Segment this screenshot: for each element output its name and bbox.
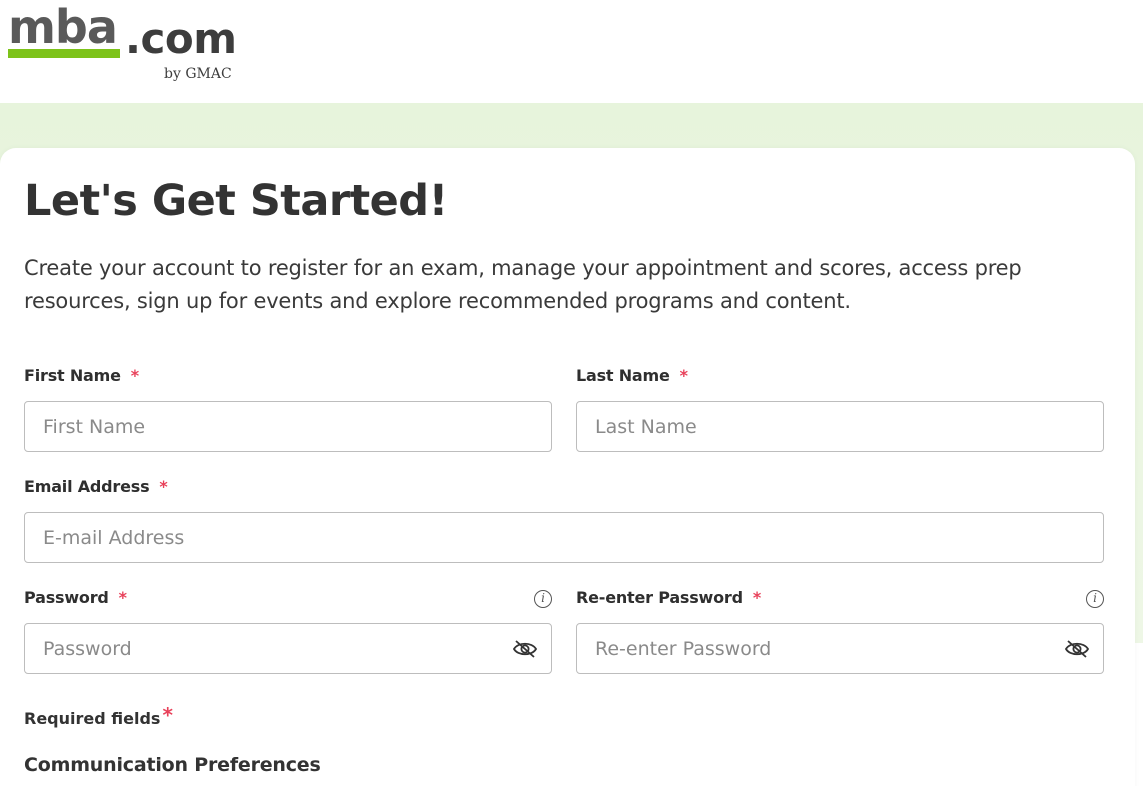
- eye-slash-icon[interactable]: [1064, 639, 1090, 659]
- email-label-text: Email Address: [24, 477, 150, 496]
- required-asterisk: *: [118, 588, 127, 607]
- first-name-label-text: First Name: [24, 366, 121, 385]
- last-name-field[interactable]: [576, 401, 1104, 452]
- confirm-password-input[interactable]: [577, 624, 1103, 673]
- required-asterisk: *: [159, 477, 168, 496]
- site-header: mba .com by GMAC: [0, 0, 1143, 103]
- logo-green-bar: [8, 49, 120, 58]
- required-asterisk: *: [752, 588, 762, 607]
- password-info-icon[interactable]: i: [534, 590, 552, 608]
- page-title: Let's Get Started!: [24, 176, 448, 226]
- logo-com-text: .com: [125, 14, 237, 63]
- confirm-password-label: Re-enter Password *: [576, 588, 761, 607]
- communication-preferences-heading: Communication Preferences: [24, 754, 321, 776]
- email-field[interactable]: [24, 512, 1104, 563]
- password-label-text: Password: [24, 588, 109, 607]
- first-name-field[interactable]: [24, 401, 552, 452]
- password-field[interactable]: [24, 623, 552, 674]
- password-input[interactable]: [25, 624, 551, 673]
- confirm-password-field[interactable]: [576, 623, 1104, 674]
- intro-text: Create your account to register for an e…: [24, 256, 1022, 313]
- first-name-input[interactable]: [25, 402, 551, 451]
- first-name-label: First Name *: [24, 366, 139, 385]
- required-fields-note: Required fields *: [24, 703, 173, 728]
- required-asterisk: *: [679, 366, 688, 385]
- confirm-password-label-text: Re-enter Password: [576, 588, 743, 607]
- password-label: Password *: [24, 588, 127, 607]
- logo-by-gmac-text: by GMAC: [164, 66, 232, 82]
- required-fields-text: Required fields: [24, 709, 161, 728]
- last-name-label-text: Last Name: [576, 366, 670, 385]
- registration-card: [0, 148, 1135, 786]
- logo-mba-text: mba: [8, 0, 118, 54]
- mba-com-logo[interactable]: mba .com by GMAC: [8, 4, 248, 86]
- eye-slash-icon[interactable]: [512, 639, 538, 659]
- email-label: Email Address *: [24, 477, 168, 496]
- last-name-input[interactable]: [577, 402, 1103, 451]
- email-input[interactable]: [25, 513, 1103, 562]
- confirm-password-info-icon[interactable]: i: [1086, 590, 1104, 608]
- required-asterisk: *: [162, 703, 173, 727]
- last-name-label: Last Name *: [576, 366, 688, 385]
- required-asterisk: *: [130, 366, 139, 385]
